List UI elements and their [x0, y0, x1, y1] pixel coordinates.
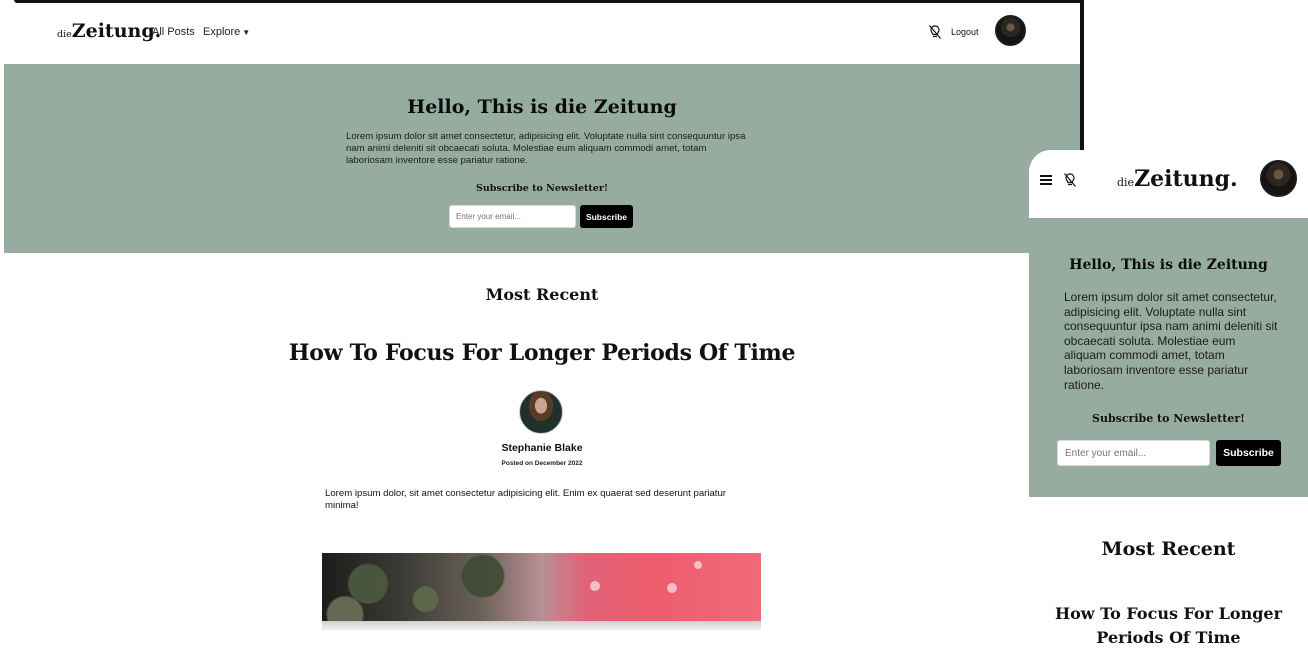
post-date: Posted on December 2022 — [501, 460, 583, 467]
mobile-header: dieZeitung. — [1029, 150, 1308, 218]
brand-logo[interactable]: dieZeitung. — [57, 20, 161, 42]
hero-section: Hello, This is die Zeitung Lorem ipsum d… — [1029, 218, 1308, 497]
newsletter-label: Subscribe to Newsletter! — [1092, 412, 1245, 425]
section-title: Most Recent — [485, 285, 599, 304]
hero-section: Hello, This is die Zeitung Lorem ipsum d… — [4, 64, 1080, 253]
hero-title: Hello, This is die Zeitung — [1069, 257, 1268, 273]
hero-description: Lorem ipsum dolor sit amet consectetur, … — [1064, 290, 1278, 392]
author-name: Stephanie Blake — [501, 442, 583, 454]
brand-prefix: die — [1117, 176, 1135, 189]
author-avatar — [519, 390, 563, 434]
brand-logo[interactable]: dieZeitung. — [1117, 166, 1238, 192]
hero-title: Hello, This is die Zeitung — [407, 96, 677, 118]
mobile-view: dieZeitung. Hello, This is die Zeitung L… — [1029, 150, 1308, 650]
post-title[interactable]: How To Focus For Longer Periods Of Time — [0, 340, 1084, 366]
desktop-navbar: dieZeitung. All Posts Explore ▼ Logout — [0, 0, 1080, 64]
image-detail — [667, 583, 677, 593]
email-input[interactable] — [1057, 440, 1210, 466]
post-excerpt: Lorem ipsum dolor, sit amet consectetur … — [325, 488, 727, 511]
post-cover-image[interactable] — [322, 553, 761, 630]
section-title: Most Recent — [1101, 538, 1236, 560]
image-detail — [694, 561, 702, 569]
image-detail — [590, 581, 600, 591]
logout-link[interactable]: Logout — [951, 27, 979, 37]
brand-name: Zeitung. — [1134, 166, 1238, 192]
subscribe-button[interactable]: Subscribe — [580, 205, 633, 228]
brand-prefix: die — [57, 29, 72, 40]
bulb-off-icon[interactable] — [928, 24, 942, 40]
hero-description: Lorem ipsum dolor sit amet consectetur, … — [346, 131, 746, 166]
user-avatar[interactable] — [995, 15, 1026, 46]
email-input[interactable] — [449, 205, 576, 228]
subscribe-button[interactable]: Subscribe — [1216, 440, 1281, 466]
newsletter-label: Subscribe to Newsletter! — [475, 183, 609, 194]
chevron-down-icon: ▼ — [242, 28, 251, 37]
desktop-view: dieZeitung. All Posts Explore ▼ Logout He… — [0, 0, 1084, 650]
image-detail — [322, 621, 761, 630]
hamburger-menu-icon[interactable] — [1040, 175, 1052, 185]
nav-explore-label: Explore — [203, 26, 241, 38]
nav-explore-dropdown[interactable]: Explore ▼ — [203, 26, 250, 38]
bulb-off-icon[interactable] — [1063, 172, 1077, 188]
image-foliage — [322, 553, 552, 630]
brand-name: Zeitung. — [71, 20, 162, 42]
nav-all-posts-link[interactable]: All Posts — [152, 26, 195, 38]
user-avatar[interactable] — [1260, 160, 1297, 197]
post-title[interactable]: How To Focus For Longer Periods Of Time — [1049, 602, 1288, 650]
